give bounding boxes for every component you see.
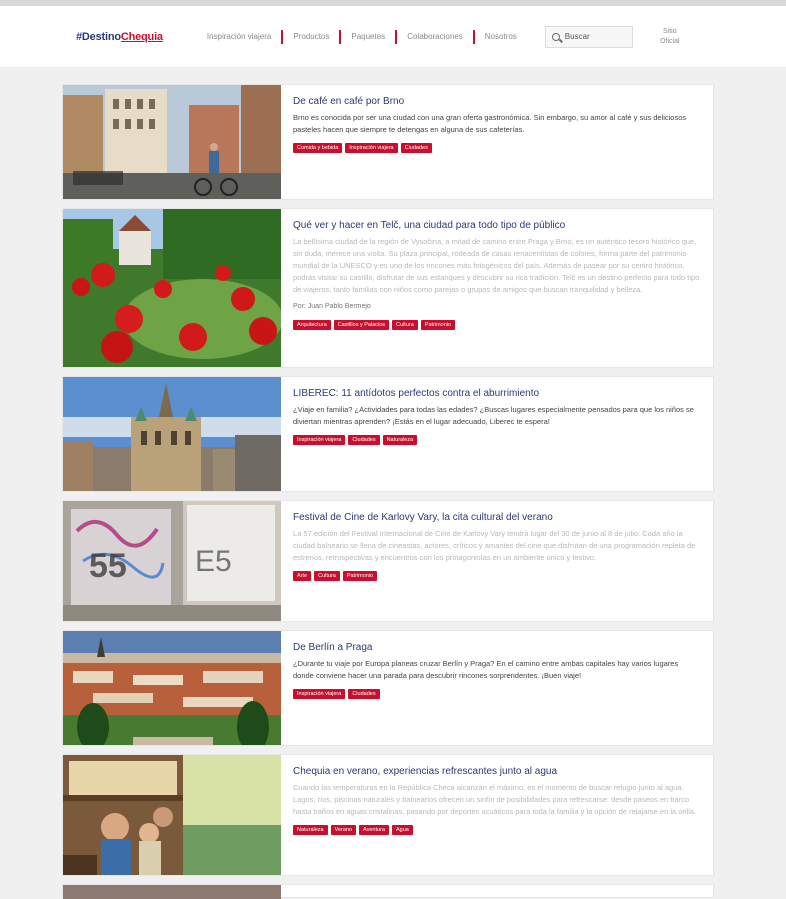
post-content: LIBEREC: 11 antídotos perfectos contra e… <box>281 377 713 491</box>
site-logo[interactable]: #DestinoChequia <box>76 31 163 43</box>
official-site-link[interactable]: Sitio Oficial <box>655 27 685 47</box>
post-tag[interactable]: Cultura <box>314 571 340 581</box>
post-thumbnail[interactable] <box>63 209 281 367</box>
search-placeholder: Buscar <box>564 32 590 41</box>
post-tag[interactable]: Aventura <box>359 825 389 835</box>
post-tag[interactable]: Naturaleza <box>382 435 418 445</box>
post-excerpt: Brno es conocida por ser una ciudad con … <box>293 113 687 134</box>
post-tags: Inspiración viajera Ciudades <box>293 689 701 699</box>
post-thumbnail[interactable]: 55 E5 <box>63 501 281 621</box>
post-tag[interactable]: Ciudades <box>400 143 432 153</box>
post-thumbnail[interactable] <box>63 631 281 745</box>
post-excerpt: ¿Viaje en familia? ¿Actividades para tod… <box>293 405 694 426</box>
svg-text:E5: E5 <box>195 545 232 578</box>
post-title[interactable]: LIBEREC: 11 antídotos perfectos contra e… <box>293 387 701 400</box>
post-author: Por: Juan Pablo Bermejo <box>293 303 371 310</box>
post-tags: Comida y bebida Inspiración viajera Ciud… <box>293 143 701 153</box>
post-title[interactable]: De café en café por Brno <box>293 95 701 108</box>
post-title[interactable]: De Berlín a Praga <box>293 641 701 654</box>
post-card[interactable]: 55 E5 Festival de Cine de Karlovy Vary, … <box>62 500 714 622</box>
nav-nosotros[interactable]: Nosotros <box>475 32 527 41</box>
post-tag[interactable]: Patrimonio <box>420 320 456 330</box>
search-icon <box>551 32 560 41</box>
search-box[interactable]: Buscar <box>544 25 633 48</box>
post-thumbnail[interactable] <box>63 377 281 491</box>
post-card-partial[interactable] <box>62 884 714 899</box>
post-excerpt: Cuando las temperaturas en la República … <box>293 783 697 816</box>
post-tag[interactable]: Ciudades <box>348 689 380 699</box>
nav-inspiracion[interactable]: Inspiración viajera <box>197 32 281 41</box>
post-tag[interactable]: Verano <box>330 825 357 835</box>
post-list: De café en café por Brno Brno es conocid… <box>62 84 714 899</box>
post-card[interactable]: LIBEREC: 11 antídotos perfectos contra e… <box>62 376 714 492</box>
post-title[interactable]: Festival de Cine de Karlovy Vary, la cit… <box>293 511 701 524</box>
nav-paquetes[interactable]: Paquetes <box>341 32 395 41</box>
post-tag[interactable]: Ciudades <box>348 435 380 445</box>
post-card[interactable]: De Berlín a Praga ¿Durante tu viaje por … <box>62 630 714 746</box>
post-content: De Berlín a Praga ¿Durante tu viaje por … <box>281 631 713 745</box>
nav-productos[interactable]: Productos <box>283 32 339 41</box>
post-tag[interactable]: Inspiración viajera <box>293 435 346 445</box>
post-card[interactable]: Chequia en verano, experiencias refresca… <box>62 754 714 876</box>
post-tag[interactable]: Arquitectura <box>293 320 331 330</box>
post-content: De café en café por Brno Brno es conocid… <box>281 85 713 199</box>
post-excerpt: La 57 edición del Festival Internacional… <box>293 529 696 562</box>
site-header: #DestinoChequia Inspiración viajera Prod… <box>0 6 786 68</box>
post-tag[interactable]: Cultura <box>392 320 418 330</box>
post-tag[interactable]: Comida y bebida <box>293 143 343 153</box>
post-tag[interactable]: Inspiración viajera <box>293 689 346 699</box>
post-tags: Arte Cultura Patrimonio <box>293 571 701 581</box>
post-card[interactable]: Qué ver y hacer en Telč, una ciudad para… <box>62 208 714 368</box>
post-content: Chequia en verano, experiencias refresca… <box>281 755 713 875</box>
post-content: Qué ver y hacer en Telč, una ciudad para… <box>281 209 713 367</box>
post-tag[interactable]: Arte <box>293 571 312 581</box>
post-tag[interactable]: Agua <box>391 825 413 835</box>
svg-text:55: 55 <box>89 547 127 585</box>
post-tags: Inspiración viajera Ciudades Naturaleza <box>293 435 701 445</box>
post-title[interactable]: Qué ver y hacer en Telč, una ciudad para… <box>293 219 701 232</box>
post-content: Festival de Cine de Karlovy Vary, la cit… <box>281 501 713 621</box>
post-thumbnail[interactable] <box>63 885 281 899</box>
post-excerpt: ¿Durante tu viaje por Europa planeas cru… <box>293 659 679 680</box>
post-thumbnail[interactable] <box>63 755 281 875</box>
post-tag[interactable]: Naturaleza <box>293 825 328 835</box>
post-tags: Naturaleza Verano Aventura Agua <box>293 825 701 835</box>
post-title[interactable]: Chequia en verano, experiencias refresca… <box>293 765 701 778</box>
post-tags: Arquitectura Castillos y Palacios Cultur… <box>293 320 701 330</box>
post-tag[interactable]: Castillos y Palacios <box>333 320 390 330</box>
nav-colaboraciones[interactable]: Colaboraciones <box>397 32 473 41</box>
post-thumbnail[interactable] <box>63 85 281 199</box>
post-card[interactable]: De café en café por Brno Brno es conocid… <box>62 84 714 200</box>
post-tag[interactable]: Inspiración viajera <box>345 143 398 153</box>
post-tag[interactable]: Patrimonio <box>342 571 378 581</box>
post-excerpt: La bellísima ciudad de la región de Vyso… <box>293 237 700 294</box>
main-nav: Inspiración viajera Productos Paquetes C… <box>197 29 527 44</box>
